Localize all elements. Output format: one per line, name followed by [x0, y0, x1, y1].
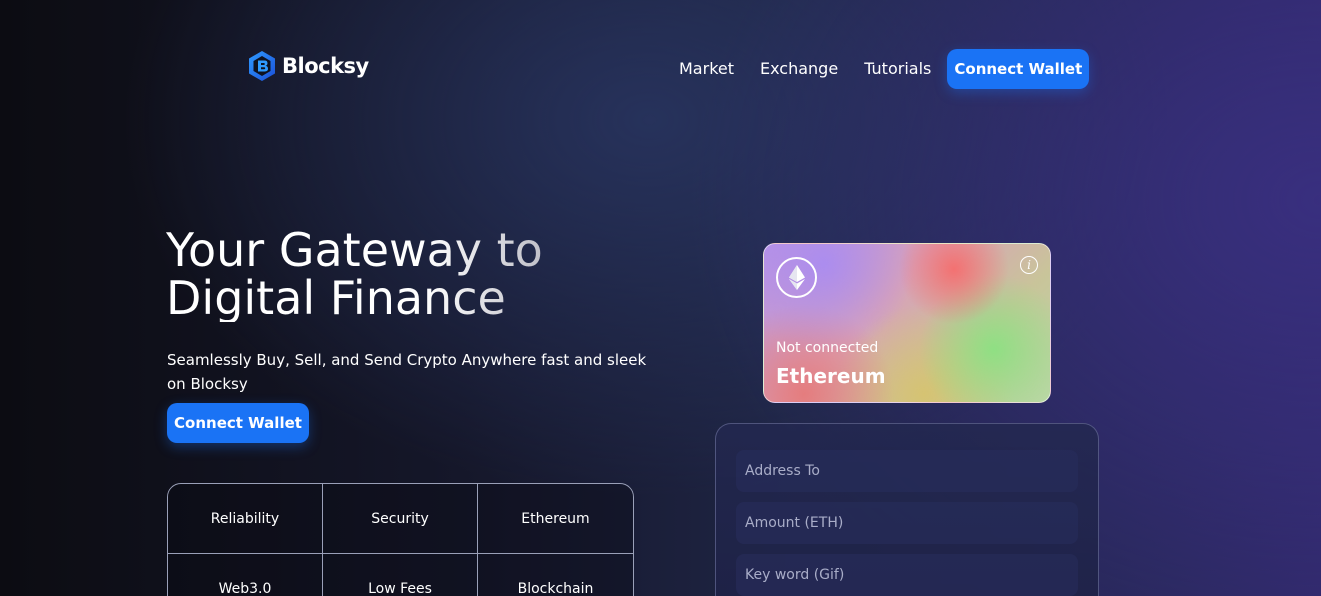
- network-name: Ethereum: [776, 364, 886, 388]
- nav-link-exchange[interactable]: Exchange: [747, 49, 851, 89]
- amount-input[interactable]: [736, 502, 1078, 544]
- nav-link-market[interactable]: Market: [666, 49, 747, 89]
- hero-connect-wallet-button[interactable]: Connect Wallet: [167, 403, 309, 443]
- keyword-input[interactable]: [736, 554, 1078, 596]
- features-grid: Reliability Security Ethereum Web3.0 Low…: [167, 483, 634, 596]
- feature-reliability: Reliability: [168, 484, 323, 554]
- nav-link-tutorials[interactable]: Tutorials: [851, 49, 944, 89]
- wallet-status: Not connected: [776, 340, 879, 356]
- info-icon[interactable]: i: [1020, 256, 1038, 274]
- hero-subtitle: Seamlessly Buy, Sell, and Send Crypto An…: [167, 351, 647, 393]
- nav-links: Market Exchange Tutorials Connect Wallet: [666, 49, 1090, 89]
- address-input[interactable]: [736, 450, 1078, 492]
- hero-title: Your Gateway to Digital Finance: [166, 226, 636, 322]
- feature-low-fees: Low Fees: [323, 554, 478, 596]
- brand-name: Blocksy: [282, 54, 369, 78]
- brand-logo[interactable]: Blocksy: [248, 50, 369, 82]
- ethereum-card: i Not connected Ethereum: [763, 243, 1051, 403]
- feature-web3: Web3.0: [168, 554, 323, 596]
- feature-ethereum: Ethereum: [478, 484, 633, 554]
- feature-security: Security: [323, 484, 478, 554]
- send-form: [715, 423, 1099, 596]
- nav-connect-wallet-button[interactable]: Connect Wallet: [947, 49, 1090, 89]
- ethereum-icon: [776, 257, 817, 298]
- top-navigation: Blocksy Market Exchange Tutorials Connec…: [0, 0, 1321, 140]
- blocksy-logo-icon: [249, 51, 275, 81]
- feature-blockchain: Blockchain: [478, 554, 633, 596]
